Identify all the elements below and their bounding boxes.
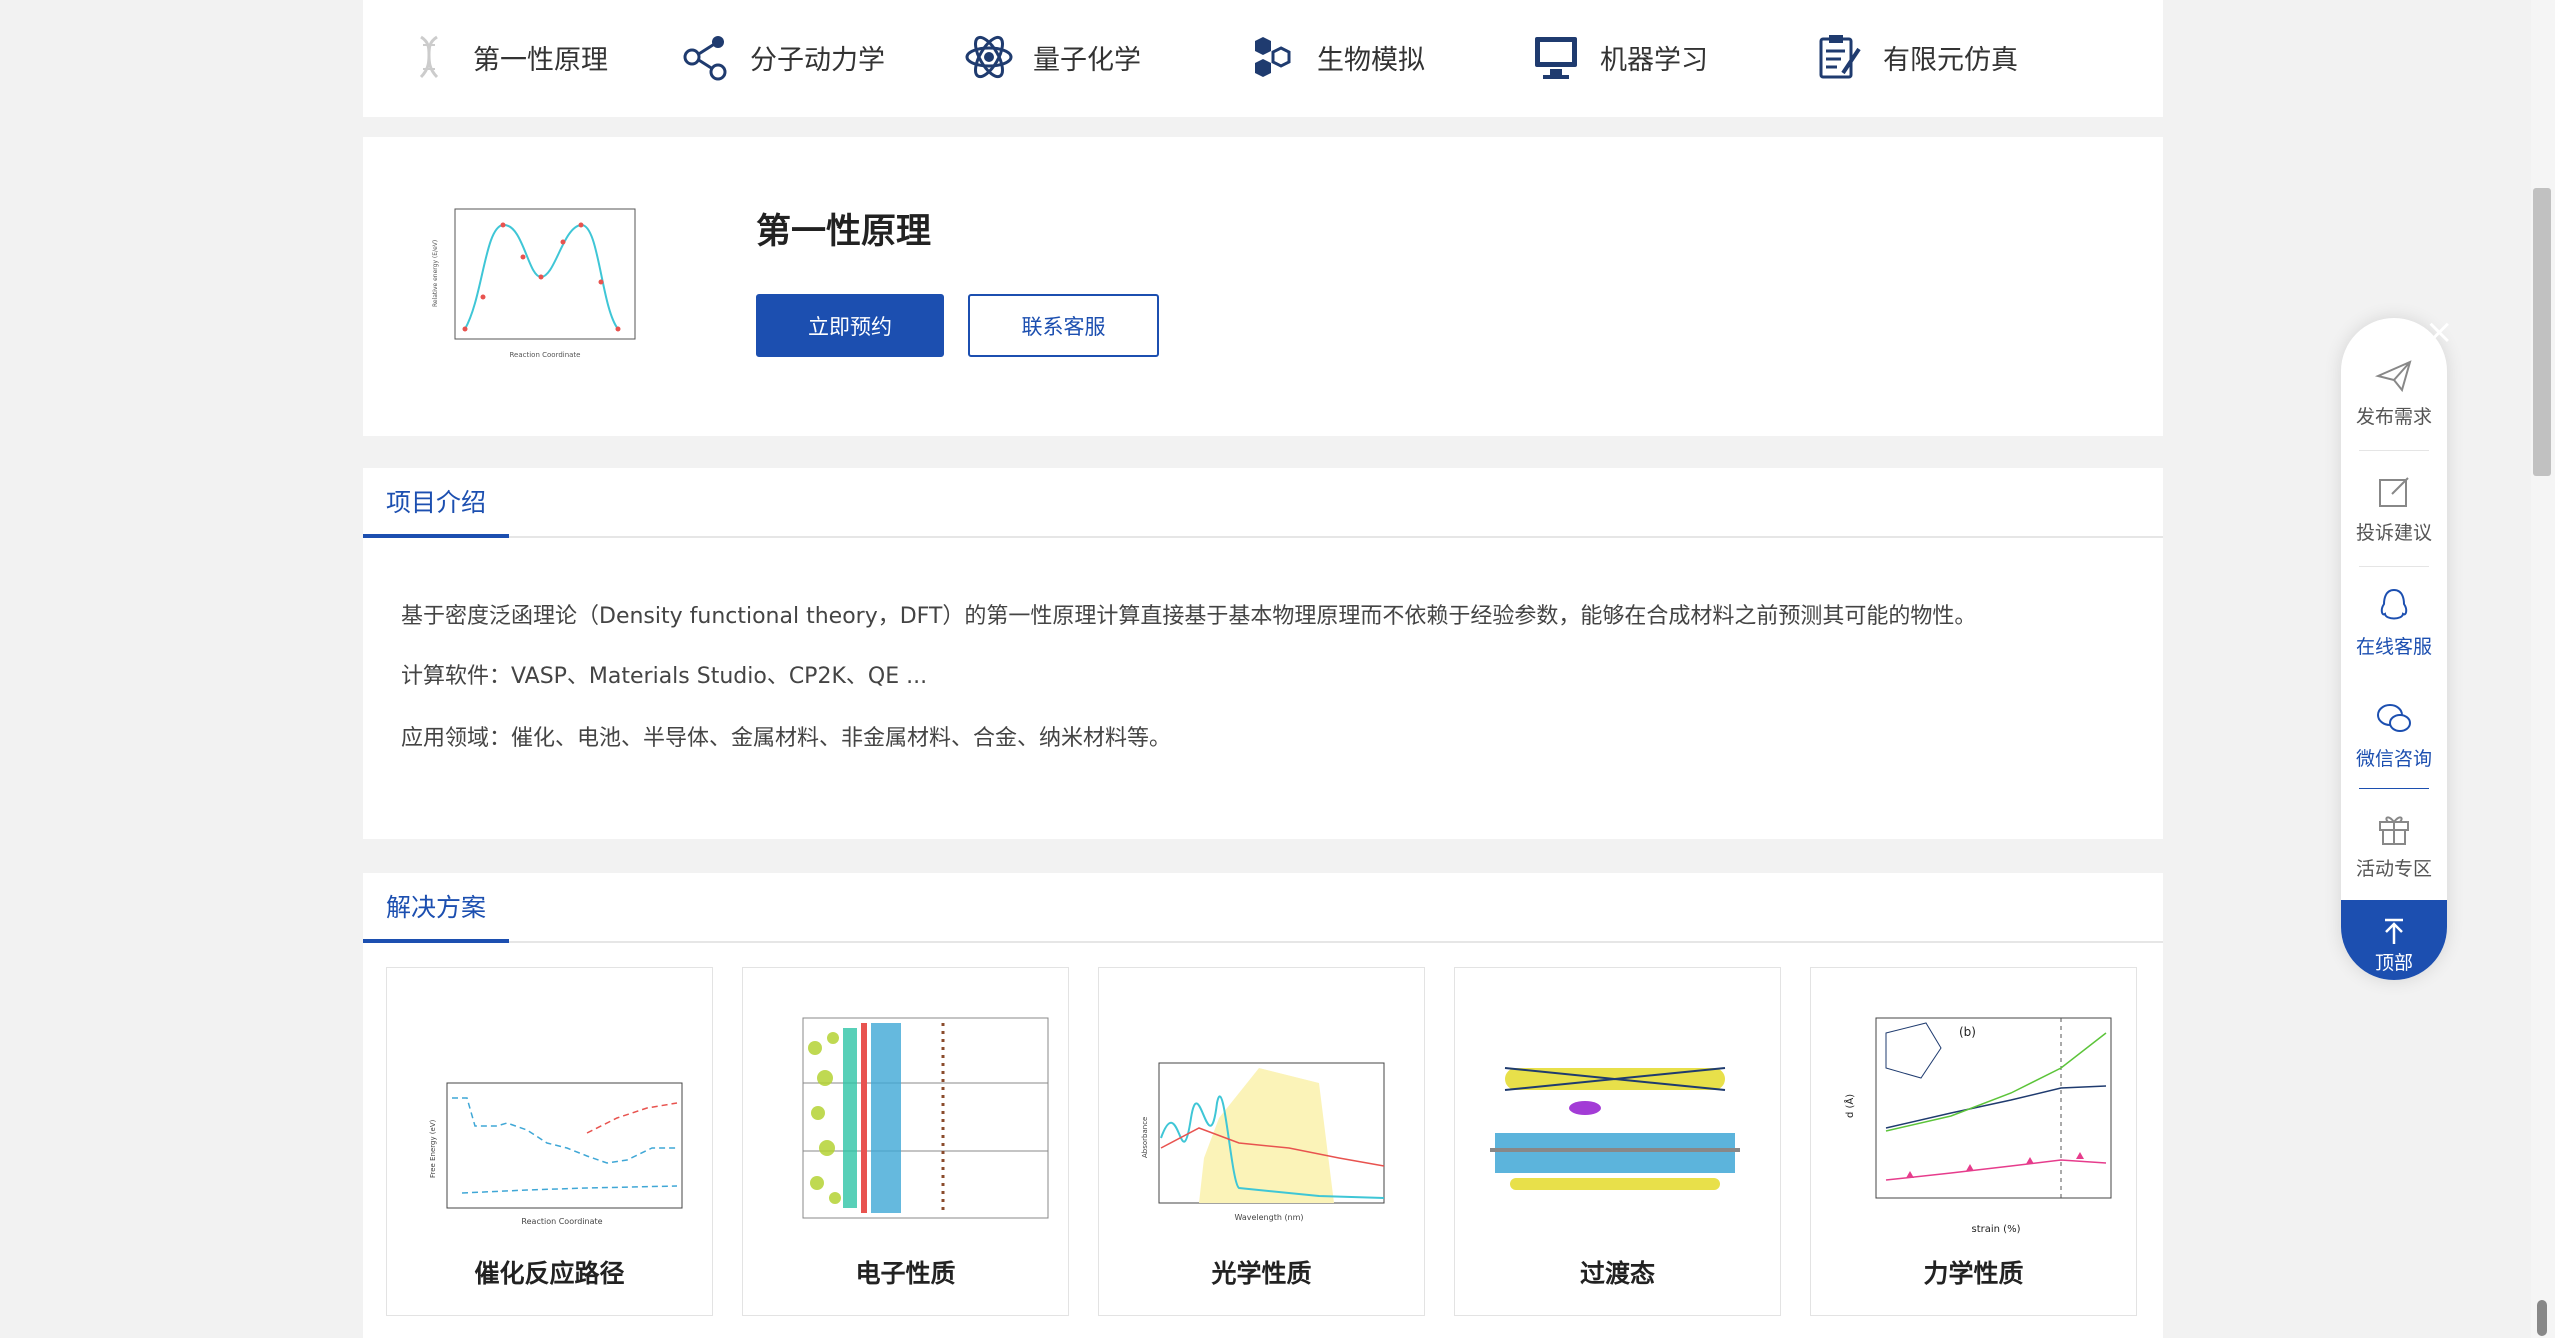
floating-service-bar: 发布需求 投诉建议 在线客服 微信咨询 活动专区 [2341, 318, 2447, 980]
float-label: 投诉建议 [2355, 522, 2432, 544]
card-label: 过渡态 [1579, 1259, 1655, 1288]
hexagon-cluster-icon [1255, 37, 1291, 77]
category-label: 量子化学 [1033, 44, 1141, 76]
scrollbar-thumb[interactable] [2533, 188, 2551, 476]
solution-card-mechanical[interactable]: (b) strain (%) d (Å) 力学性质 [1810, 967, 2137, 1316]
dna-icon [419, 35, 439, 79]
back-to-top-button[interactable]: 顶部 [2341, 900, 2447, 980]
solutions-panel: 解决方案 Reaction Coordinate Free Energy (eV… [363, 873, 2163, 1338]
intro-panel: 项目介绍 基于密度泛函理论（Density functional theory，… [363, 468, 2163, 839]
gift-icon [2379, 816, 2409, 845]
float-label: 微信咨询 [2355, 748, 2432, 770]
float-label: 在线客服 [2355, 636, 2432, 658]
back-to-top-label: 顶部 [2374, 952, 2413, 974]
intro-software: 计算软件：VASP、Materials Studio、CP2K、QE ... [401, 664, 928, 689]
thumbnail-x-label: Reaction Coordinate [509, 351, 580, 359]
card-x-label: strain (%) [1972, 1224, 2021, 1235]
divider [2359, 450, 2429, 451]
events-zone-button[interactable]: 活动专区 [2351, 808, 2437, 881]
hero-section: Reaction Coordinate Relative energy (E/e… [363, 137, 2163, 436]
category-bar: 第一性原理 分子动力学 量子化学 生物模拟 机器学习 有限元仿真 [363, 0, 2163, 117]
intro-description: 基于密度泛函理论（Density functional theory，DFT）的… [401, 604, 1977, 629]
card-label: 力学性质 [1923, 1259, 2024, 1288]
tab-intro[interactable]: 项目介绍 [363, 468, 510, 538]
category-label: 第一性原理 [473, 44, 608, 76]
card-y-label: d (Å) [1843, 1094, 1856, 1118]
category-molecular-dynamics[interactable]: 分子动力学 [680, 24, 885, 90]
card-label: 电子性质 [855, 1259, 956, 1288]
wechat-icon [2377, 704, 2411, 732]
tab-solutions[interactable]: 解决方案 [363, 873, 510, 943]
electronic-structure-image [802, 1017, 1049, 1219]
solution-card-electronic[interactable]: 电子性质 [742, 967, 1069, 1316]
category-label: 分子动力学 [750, 44, 885, 76]
card-label: 光学性质 [1211, 1259, 1312, 1288]
scrollbar-indicator [2537, 1300, 2547, 1336]
card-y-label: Free Energy (eV) [429, 1119, 437, 1178]
edit-icon [2379, 477, 2409, 507]
molecule-icon [683, 36, 727, 81]
clipboard-pen-icon [1819, 35, 1861, 79]
wechat-consult-button[interactable]: 微信咨询 [2351, 698, 2437, 771]
solution-card-transition-state[interactable]: 过渡态 [1454, 967, 1781, 1316]
catalysis-path-image: Reaction Coordinate Free Energy (eV) [429, 1082, 683, 1226]
mechanical-strain-image: (b) strain (%) d (Å) [1843, 1017, 2112, 1235]
book-now-button[interactable]: 立即预约 [756, 294, 944, 357]
contact-service-button[interactable]: 联系客服 [968, 294, 1159, 357]
atom-icon [965, 35, 1013, 79]
intro-applications: 应用领域：催化、电池、半导体、金属材料、非金属材料、合金、纳米材料等。 [401, 726, 1172, 751]
paper-plane-icon [2374, 360, 2412, 393]
card-panel-tag: (b) [1959, 1025, 1976, 1039]
divider [2359, 566, 2429, 567]
category-label: 机器学习 [1600, 44, 1708, 76]
transition-state-image [1490, 1067, 1740, 1190]
category-label: 有限元仿真 [1883, 44, 2018, 76]
panel-header: 项目介绍 [363, 468, 2163, 538]
publish-demand-button[interactable]: 发布需求 [2351, 356, 2437, 429]
card-y-label: Absorbance [1141, 1117, 1149, 1158]
category-finite-element[interactable]: 有限元仿真 [1813, 24, 2018, 90]
solution-card-catalysis[interactable]: Reaction Coordinate Free Energy (eV) 催化反… [386, 967, 713, 1316]
panel-header: 解决方案 [363, 873, 2163, 943]
page-title: 第一性原理 [756, 212, 932, 252]
complaint-suggestion-button[interactable]: 投诉建议 [2351, 472, 2437, 545]
online-service-button[interactable]: 在线客服 [2351, 586, 2437, 659]
float-label: 活动专区 [2355, 858, 2432, 880]
category-machine-learning[interactable]: 机器学习 [1530, 24, 1708, 90]
qq-icon [2380, 588, 2408, 620]
card-x-label: Reaction Coordinate [521, 1217, 602, 1226]
monitor-icon [1535, 37, 1577, 79]
solution-card-optical[interactable]: Wavelength (nm) Absorbance 光学性质 [1098, 967, 1425, 1316]
category-label: 生物模拟 [1317, 44, 1425, 76]
energy-profile-thumbnail: Reaction Coordinate Relative energy (E/e… [432, 208, 636, 359]
close-icon[interactable]: × [2425, 312, 2454, 352]
card-x-label: Wavelength (nm) [1234, 1213, 1303, 1222]
category-bio-simulation[interactable]: 生物模拟 [1247, 24, 1425, 90]
arrow-up-icon [2385, 918, 2403, 944]
divider [2359, 788, 2429, 789]
thumbnail-y-label: Relative energy (E/eV) [432, 240, 439, 307]
card-label: 催化反应路径 [474, 1259, 625, 1288]
category-first-principles[interactable]: 第一性原理 [403, 24, 608, 90]
float-label: 发布需求 [2355, 406, 2432, 428]
category-quantum-chemistry[interactable]: 量子化学 [963, 24, 1141, 90]
optical-spectrum-image: Wavelength (nm) Absorbance [1141, 1062, 1385, 1222]
